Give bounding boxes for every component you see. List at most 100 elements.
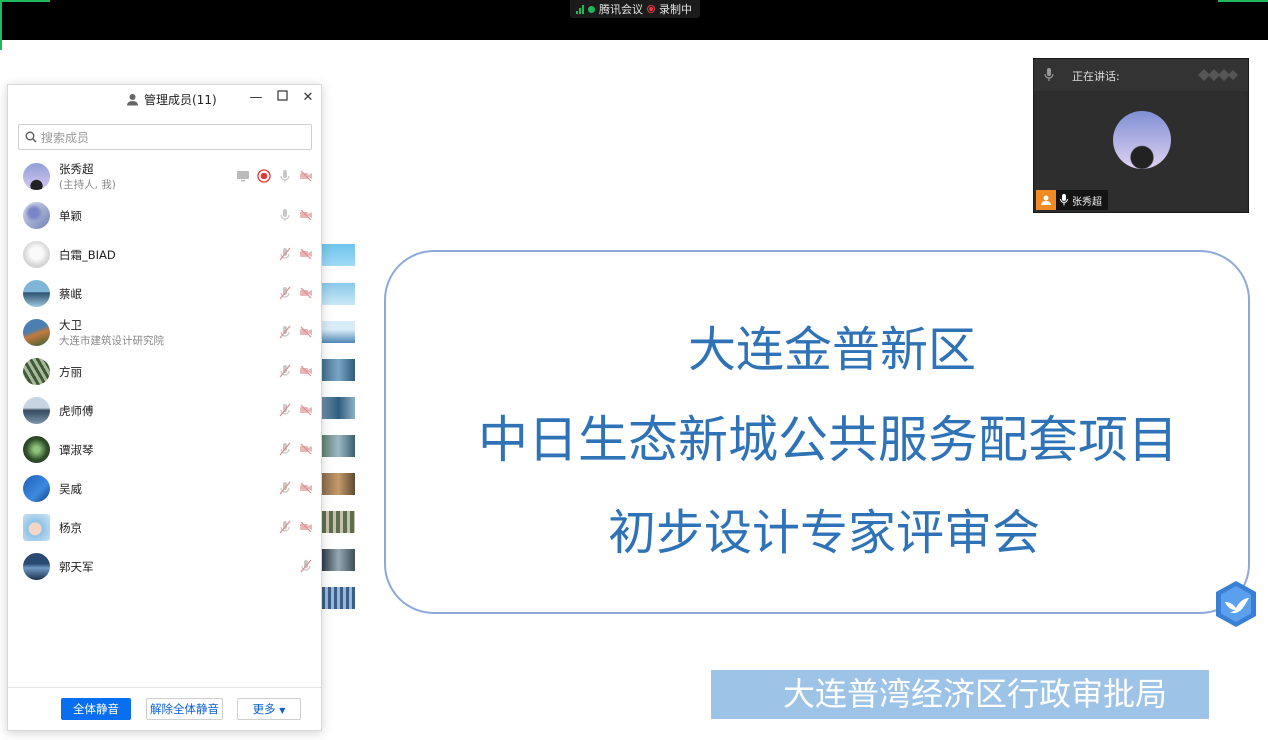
corner-marker bbox=[1218, 0, 1268, 2]
search-placeholder: 搜索成员 bbox=[41, 130, 90, 145]
avatar bbox=[23, 397, 50, 424]
slide-thumbnail[interactable] bbox=[322, 473, 355, 495]
close-icon[interactable]: ✕ bbox=[300, 90, 316, 106]
slide-thumbnail[interactable] bbox=[322, 321, 355, 343]
slide-thumbnail[interactable] bbox=[322, 435, 355, 457]
avatar bbox=[23, 280, 50, 307]
avatar bbox=[23, 319, 50, 346]
microphone-muted-icon[interactable] bbox=[278, 247, 292, 261]
active-speaker-window[interactable]: 正在讲话: 张秀超 bbox=[1033, 58, 1249, 213]
camera-off-icon[interactable] bbox=[299, 481, 313, 495]
slide-thumbnail[interactable] bbox=[322, 359, 355, 381]
member-sub: (主持人, 我) bbox=[59, 179, 116, 191]
microphone-muted-icon[interactable] bbox=[278, 520, 292, 534]
camera-off-icon[interactable] bbox=[299, 286, 313, 300]
panel-header: 管理成员(11) — ✕ bbox=[8, 85, 321, 115]
camera-off-icon[interactable] bbox=[299, 325, 313, 339]
member-name: 吴威 bbox=[59, 482, 82, 496]
member-row[interactable]: 方丽 bbox=[8, 352, 321, 391]
camera-off-icon[interactable] bbox=[299, 403, 313, 417]
profile-icon bbox=[1036, 190, 1056, 210]
member-row[interactable]: 单颖 bbox=[8, 196, 321, 235]
speaker-video: 张秀超 bbox=[1036, 93, 1246, 210]
search-icon bbox=[25, 131, 37, 143]
avatar bbox=[23, 475, 50, 502]
speaker-avatar bbox=[1113, 111, 1171, 169]
member-row[interactable]: 郭天军 bbox=[8, 547, 321, 586]
member-row[interactable]: 吴威 bbox=[8, 469, 321, 508]
mute-all-button[interactable]: 全体静音 bbox=[61, 698, 131, 720]
avatar bbox=[23, 514, 50, 541]
microphone-muted-icon[interactable] bbox=[278, 364, 292, 378]
search-input[interactable]: 搜索成员 bbox=[18, 124, 312, 150]
slide-thumbnail[interactable] bbox=[322, 511, 355, 533]
member-row[interactable]: 大卫 大连市建筑设计研究院 bbox=[8, 313, 321, 352]
member-sub: 大连市建筑设计研究院 bbox=[59, 335, 164, 347]
slide-title-line3: 初步设计专家评审会 bbox=[608, 505, 1041, 561]
microphone-muted-icon[interactable] bbox=[278, 325, 292, 339]
microphone-icon[interactable] bbox=[278, 169, 292, 183]
avatar bbox=[23, 553, 50, 580]
microphone-muted-icon[interactable] bbox=[299, 559, 313, 573]
panel-footer: 全体静音 解除全体静音 更多 ▼ bbox=[8, 687, 321, 730]
slide-thumbnail[interactable] bbox=[322, 283, 355, 305]
more-label: 更多 bbox=[252, 702, 276, 716]
avatar bbox=[23, 358, 50, 385]
member-row[interactable]: 谭淑琴 bbox=[8, 430, 321, 469]
slide-thumbnail[interactable] bbox=[322, 244, 355, 266]
slide-thumbnail[interactable] bbox=[322, 549, 355, 571]
meeting-status-pill[interactable]: 腾讯会议 录制中 bbox=[570, 0, 700, 18]
microphone-icon[interactable] bbox=[278, 208, 292, 222]
slide-thumbnail[interactable] bbox=[322, 587, 355, 609]
unmute-all-button[interactable]: 解除全体静音 bbox=[146, 698, 223, 720]
microphone-muted-icon[interactable] bbox=[278, 442, 292, 456]
screen-share-icon[interactable] bbox=[236, 169, 250, 183]
maximize-icon[interactable] bbox=[274, 90, 290, 106]
member-row[interactable]: 张秀超 (主持人, 我) bbox=[8, 157, 321, 196]
speaker-header: 正在讲话: bbox=[1034, 59, 1248, 91]
connection-dot-icon bbox=[588, 5, 595, 13]
recording-icon[interactable] bbox=[257, 169, 271, 183]
member-list: 张秀超 (主持人, 我) 单颖 白霜_BIAD 蔡岷 大卫 大连市建筑设计研究院… bbox=[8, 157, 321, 586]
microphone-icon bbox=[1044, 68, 1054, 81]
camera-off-icon[interactable] bbox=[299, 364, 313, 378]
member-row[interactable]: 虎师傅 bbox=[8, 391, 321, 430]
record-icon bbox=[647, 5, 655, 13]
member-row[interactable]: 蔡岷 bbox=[8, 274, 321, 313]
microphone-muted-icon[interactable] bbox=[278, 481, 292, 495]
speaker-label: 正在讲话: bbox=[1072, 70, 1120, 83]
camera-off-icon[interactable] bbox=[299, 247, 313, 261]
member-row[interactable]: 杨京 bbox=[8, 508, 321, 547]
member-name: 郭天军 bbox=[59, 560, 94, 574]
camera-off-icon[interactable] bbox=[299, 208, 313, 222]
member-name: 大卫 bbox=[59, 318, 82, 332]
member-name: 白霜_BIAD bbox=[59, 248, 116, 262]
more-button[interactable]: 更多 ▼ bbox=[237, 698, 301, 720]
corner-marker bbox=[0, 0, 50, 2]
signal-icon bbox=[576, 4, 584, 14]
microphone-muted-icon[interactable] bbox=[278, 286, 292, 300]
camera-off-icon[interactable] bbox=[299, 520, 313, 534]
bird-logo-icon bbox=[1216, 581, 1256, 627]
slide-thumbnail[interactable] bbox=[322, 397, 355, 419]
app-name: 腾讯会议 bbox=[599, 3, 643, 16]
microphone-muted-icon[interactable] bbox=[278, 403, 292, 417]
speaker-name: 张秀超 bbox=[1072, 196, 1102, 208]
member-name: 杨京 bbox=[59, 521, 82, 535]
avatar bbox=[23, 436, 50, 463]
member-panel: 管理成员(11) — ✕ 搜索成员 张秀超 (主持人, 我) 单颖 白霜_BIA… bbox=[7, 84, 322, 731]
slide-title-line1: 大连金普新区 bbox=[688, 322, 977, 378]
caret-down-icon: ▼ bbox=[279, 706, 286, 715]
member-name: 蔡岷 bbox=[59, 287, 82, 301]
member-name: 方丽 bbox=[59, 365, 82, 379]
voice-wave-icon bbox=[1198, 69, 1238, 81]
avatar bbox=[23, 241, 50, 268]
person-icon bbox=[127, 94, 138, 106]
member-name: 张秀超 bbox=[59, 162, 94, 176]
camera-off-icon[interactable] bbox=[299, 442, 313, 456]
panel-title: 管理成员(11) bbox=[126, 91, 217, 108]
microphone-icon bbox=[1060, 194, 1068, 206]
member-row[interactable]: 白霜_BIAD bbox=[8, 235, 321, 274]
camera-off-icon[interactable] bbox=[299, 169, 313, 183]
minimize-icon[interactable]: — bbox=[248, 90, 264, 106]
